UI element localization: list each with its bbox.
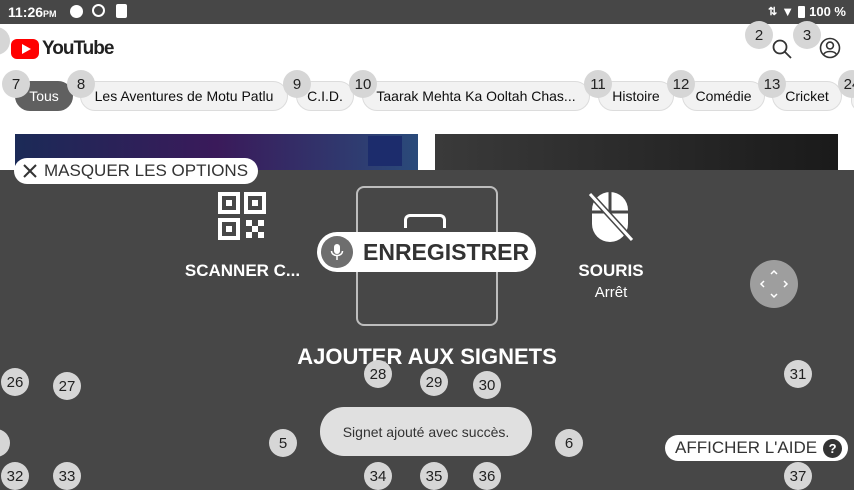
search-icon[interactable] (771, 38, 793, 60)
marker-32[interactable]: 32 (1, 462, 29, 490)
marker-11[interactable]: 11 (584, 70, 612, 98)
sd-card-icon (116, 4, 127, 18)
marker-26[interactable]: 26 (1, 368, 29, 396)
scanner-label[interactable]: SCANNER C... (180, 261, 305, 281)
status-indicators: ⇅ ▼ 100 % (768, 4, 846, 19)
mouse-status: Arrêt (594, 284, 628, 301)
marker-2[interactable]: 2 (745, 21, 773, 49)
sync-icon (92, 4, 105, 17)
mouse-off-icon[interactable] (586, 188, 635, 244)
battery-icon (798, 5, 806, 18)
marker-3[interactable]: 3 (793, 21, 821, 49)
marker-13[interactable]: 13 (758, 70, 786, 98)
move-arrows-icon (759, 269, 789, 299)
category-chip-bar: Tous Les Aventures de Motu Patlu C.I.D. … (0, 72, 854, 122)
marker-28[interactable]: 28 (364, 360, 392, 388)
marker-7[interactable]: 7 (2, 70, 30, 98)
drag-handle[interactable] (750, 260, 798, 308)
close-icon (23, 164, 37, 178)
youtube-logo-text: YouTube (42, 38, 114, 59)
bookmark-label[interactable]: AJOUTER AUX SIGNETS (280, 344, 574, 370)
notification-dot-icon (70, 5, 83, 18)
marker-9[interactable]: 9 (283, 70, 311, 98)
marker-12[interactable]: 12 (667, 70, 695, 98)
microphone-icon (321, 236, 353, 268)
marker-35[interactable]: 35 (420, 462, 448, 490)
marker-27[interactable]: 27 (53, 372, 81, 400)
chip-motu-patlu[interactable]: Les Aventures de Motu Patlu (80, 81, 288, 111)
app-header: YouTube (0, 24, 854, 72)
youtube-logo[interactable]: YouTube (11, 38, 114, 60)
marker-34[interactable]: 34 (364, 462, 392, 490)
marker-6[interactable]: 6 (555, 429, 583, 457)
record-button[interactable]: ENREGISTRER (317, 232, 536, 272)
hide-options-label: MASQUER LES OPTIONS (44, 161, 249, 180)
chip-taarak-mehta[interactable]: Taarak Mehta Ka Ooltah Chas... (362, 81, 590, 111)
status-bar: 11:26PM ⇅ ▼ 100 % (0, 0, 854, 24)
battery-percent: 100 % (809, 4, 846, 19)
marker-10[interactable]: 10 (349, 70, 377, 98)
show-help-button[interactable]: AFFICHER L'AIDE ? (665, 435, 849, 461)
marker-8[interactable]: 8 (67, 70, 95, 98)
marker-30[interactable]: 30 (473, 371, 501, 399)
data-arrows-icon: ⇅ (768, 6, 778, 18)
account-icon[interactable] (819, 37, 841, 59)
record-label: ENREGISTRER (363, 238, 530, 265)
marker-29[interactable]: 29 (420, 368, 448, 396)
mouse-label[interactable]: SOURIS (560, 261, 662, 281)
hide-options-button[interactable]: MASQUER LES OPTIONS (14, 158, 259, 184)
video-thumbnail[interactable] (435, 134, 838, 174)
help-icon: ? (823, 438, 843, 458)
help-label: AFFICHER L'AIDE (675, 438, 818, 457)
marker-33[interactable]: 33 (53, 462, 81, 490)
toast-message: Signet ajouté avec succès. (320, 407, 532, 456)
marker-37[interactable]: 37 (784, 462, 812, 490)
marker-36[interactable]: 36 (473, 462, 501, 490)
channel-logo-icon (368, 136, 402, 166)
status-time: 11:26PM (8, 4, 57, 20)
marker-5[interactable]: 5 (269, 429, 297, 457)
youtube-play-icon (11, 39, 39, 59)
qr-code-icon[interactable] (218, 192, 266, 240)
bookmark-icon (404, 214, 446, 228)
wifi-icon: ▼ (781, 4, 795, 19)
marker-31[interactable]: 31 (784, 360, 812, 388)
